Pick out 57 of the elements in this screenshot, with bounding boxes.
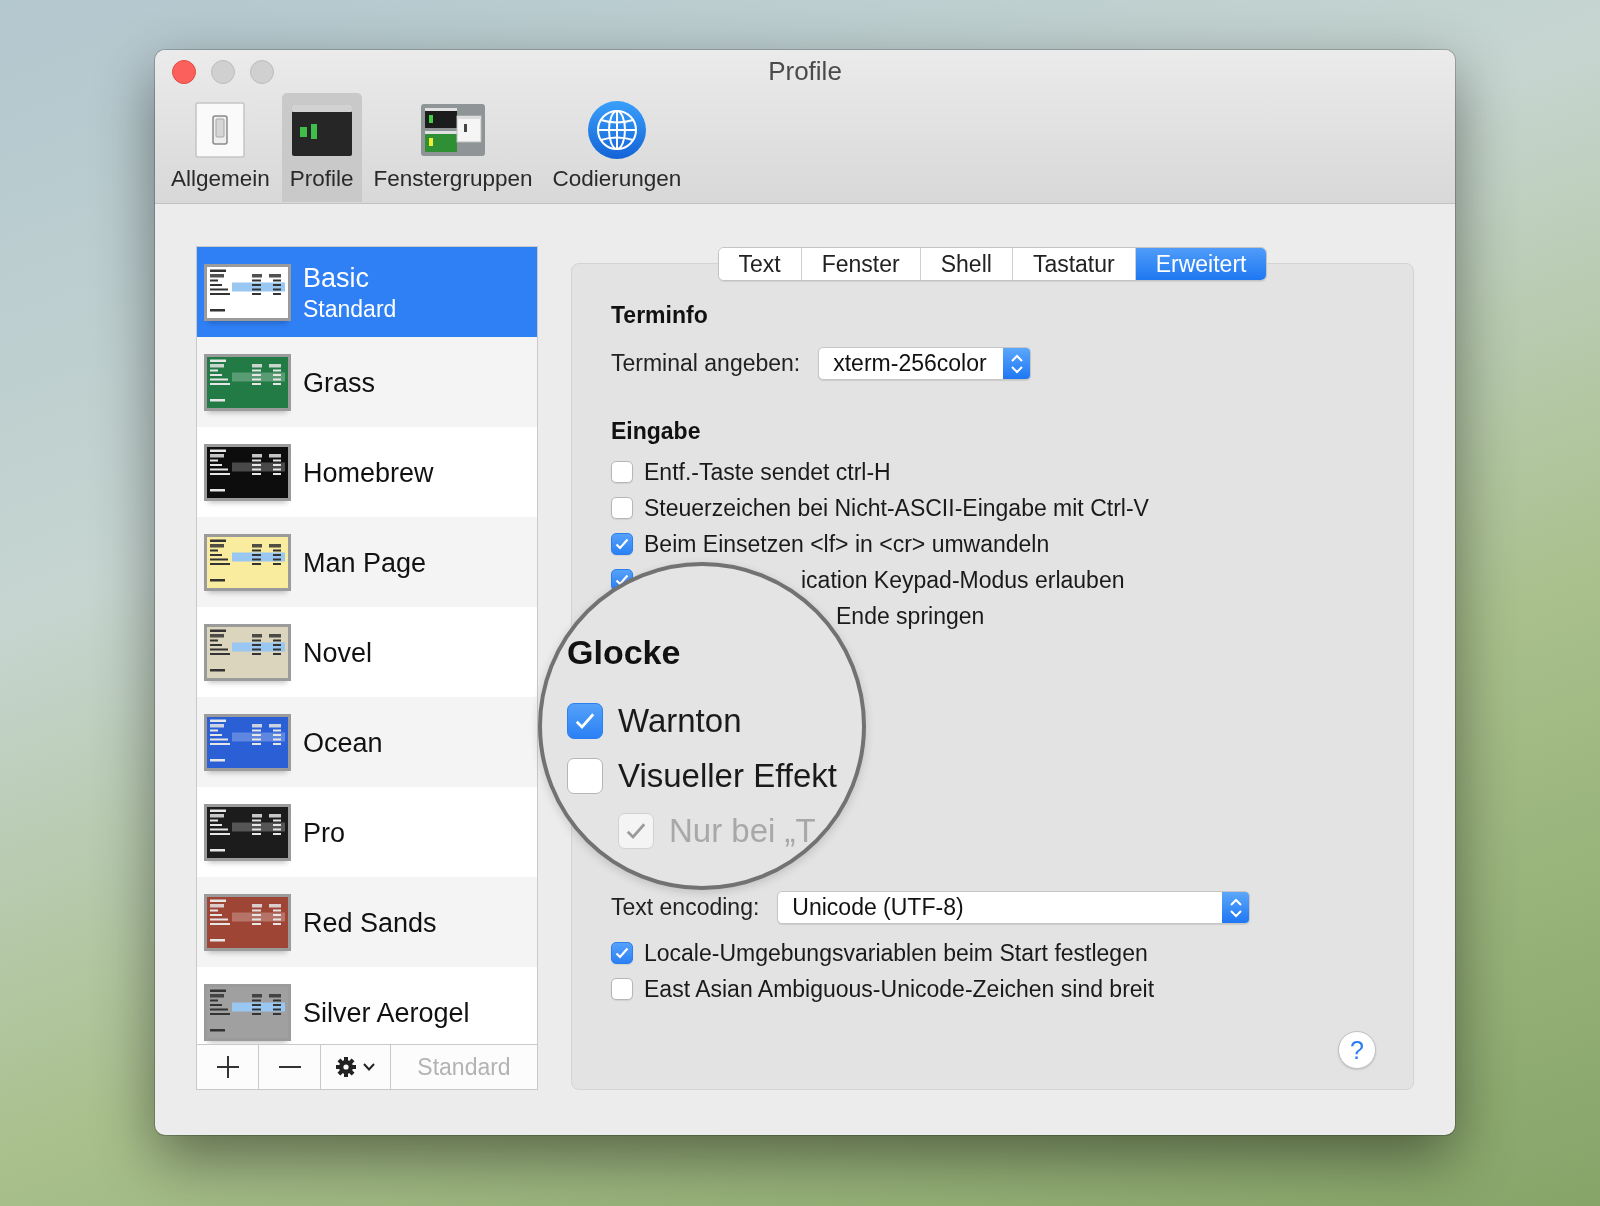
minus-icon — [278, 1066, 301, 1068]
checkmark-icon — [615, 538, 629, 550]
tab[interactable]: Shell — [919, 248, 1012, 280]
section-heading: Glocke — [567, 632, 681, 672]
switch-icon — [195, 102, 246, 158]
checkbox[interactable] — [611, 533, 633, 555]
toolbar-tab[interactable]: Profile — [281, 93, 362, 202]
zoom-button[interactable] — [250, 59, 274, 84]
checkbox-label: Visueller Effekt — [618, 757, 837, 795]
chevron-down-icon — [363, 1063, 375, 1071]
checkbox-label: ication Keypad-Modus erlauben — [801, 566, 1125, 594]
globe-icon — [587, 101, 646, 159]
profile-item[interactable]: Basic Standard — [197, 247, 537, 337]
checkbox[interactable] — [611, 978, 633, 1000]
plus-icon — [216, 1056, 239, 1078]
updown-arrows-icon — [1003, 348, 1031, 379]
checkbox-label: Entf.-Taste sendet ctrl-H — [644, 458, 891, 486]
profile-item[interactable]: Ocean — [197, 697, 537, 787]
section-heading: Terminfo — [611, 301, 708, 329]
window-title: Profile — [768, 56, 842, 87]
checkbox[interactable] — [611, 497, 633, 519]
terminal-type-dropdown[interactable]: xterm-256color — [818, 347, 1032, 380]
profile-item[interactable]: Grass — [197, 337, 537, 427]
field-label: Terminal angeben: — [611, 350, 801, 377]
checkbox[interactable] — [567, 758, 603, 794]
tab[interactable]: Fenster — [800, 248, 920, 280]
windows-icon — [421, 104, 485, 156]
checkbox-label: Nur bei „T — [669, 812, 816, 850]
option-label: Ende springen — [836, 602, 985, 630]
terminal-icon — [291, 104, 352, 156]
default-label: Standard — [303, 294, 397, 324]
checkbox-label: Beim Einsetzen <lf> in <cr> umwandeln — [644, 530, 1050, 558]
checkbox[interactable] — [611, 461, 633, 483]
close-button[interactable] — [172, 59, 196, 84]
section-heading: Eingabe — [611, 417, 701, 445]
checkbox-label: Steuerzeichen bei Nicht-ASCII-Eingabe mit Ctrl-V — [644, 494, 1149, 522]
gear-icon — [336, 1057, 356, 1077]
checkbox-label: Warnton — [618, 702, 742, 740]
toolbar-tab[interactable]: Allgemein — [163, 93, 278, 202]
profile-item[interactable]: Man Page — [197, 517, 537, 607]
checkmark-icon — [574, 712, 596, 730]
checkbox-label: East Asian Ambiguous-Unicode-Zeichen sind breit — [644, 975, 1155, 1003]
tab[interactable]: Text — [718, 248, 801, 280]
checkmark-icon — [625, 822, 647, 840]
toolbar-tab[interactable]: Fenstergruppen — [365, 93, 541, 202]
profile-item[interactable]: Red Sands — [197, 877, 537, 967]
checkmark-icon — [615, 947, 629, 959]
help-button[interactable]: ? — [1338, 1031, 1376, 1069]
tab[interactable]: Tastatur — [1011, 248, 1135, 280]
toolbar-tab[interactable]: Codierungen — [544, 93, 690, 202]
field-label: Text encoding: — [611, 894, 760, 921]
encoding-dropdown[interactable]: Unicode (UTF-8) — [777, 891, 1251, 924]
updown-arrows-icon — [1222, 892, 1250, 923]
checkbox[interactable] — [611, 942, 633, 964]
minimize-button[interactable] — [211, 59, 235, 84]
checkbox[interactable] — [567, 703, 603, 739]
checkbox-label: Locale-Umgebungsvariablen beim Start festlegen — [644, 939, 1148, 967]
